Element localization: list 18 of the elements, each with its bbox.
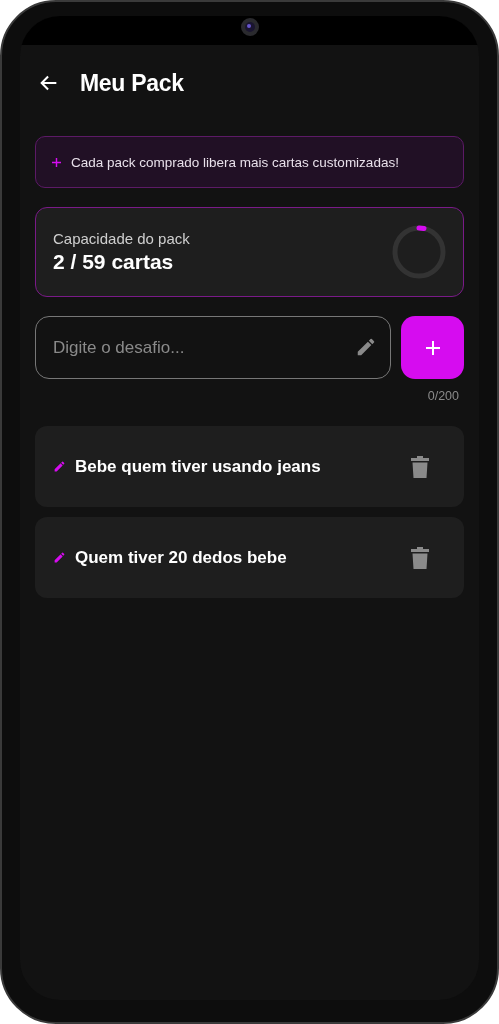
pencil-icon[interactable] [53,551,66,564]
page-title: Meu Pack [80,69,184,97]
trash-icon[interactable] [411,455,429,478]
challenge-text: Bebe quem tiver usando jeans [75,456,322,477]
camera-icon [239,17,260,37]
plus-icon [52,157,61,167]
progress-ring [391,224,447,280]
add-button[interactable] [401,316,464,379]
pencil-icon [355,336,377,358]
character-counter: 0/200 [427,389,459,403]
capacity-label: Capacidade do pack [53,230,190,247]
trash-icon[interactable] [411,546,429,569]
challenge-text: Quem tiver 20 dedos bebe [75,547,288,568]
challenge-input[interactable]: Digite o desafio... [35,316,391,379]
capacity-value: 2 / 59 cartas [53,250,175,274]
banner-text: Cada pack comprado libera mais cartas customizadas! [71,154,399,170]
pencil-icon[interactable] [53,460,66,473]
plus-icon [424,339,441,356]
